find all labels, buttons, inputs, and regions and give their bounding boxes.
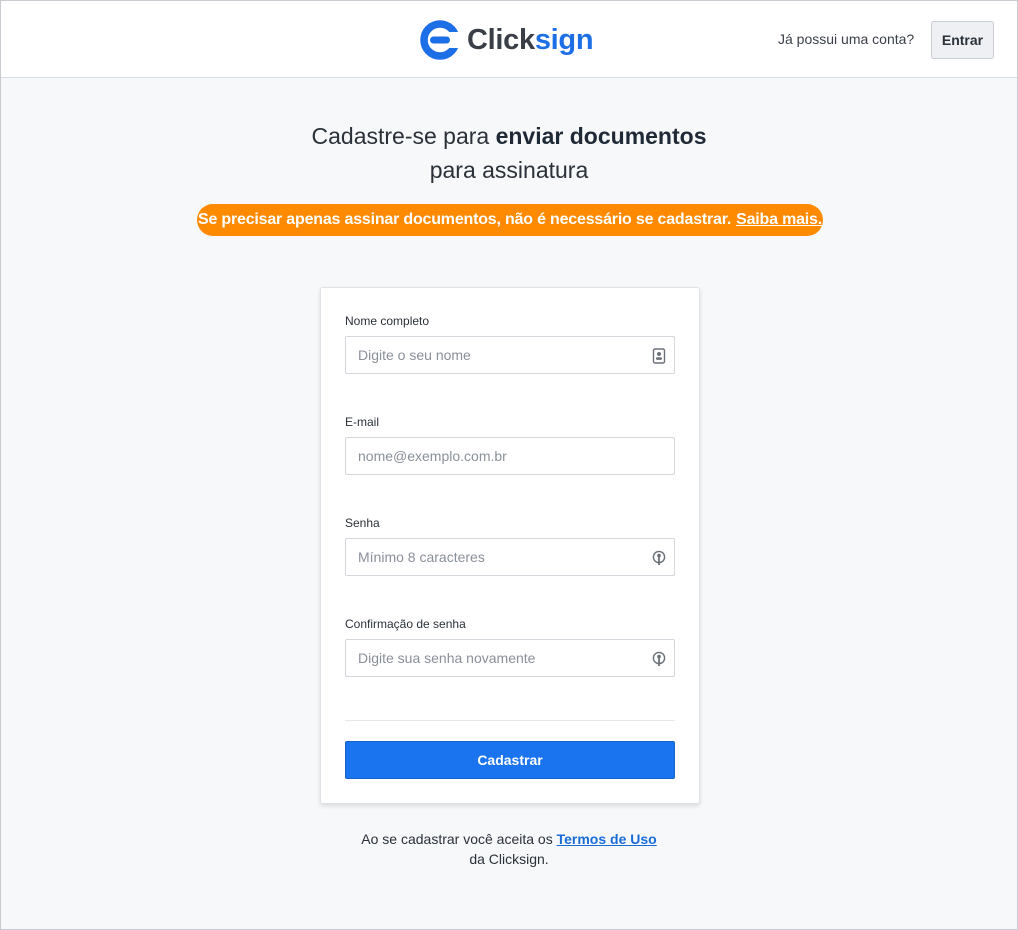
terms-of-use-link[interactable]: Termos de Uso bbox=[557, 831, 657, 847]
terms-prefix: Ao se cadastrar você aceita os bbox=[361, 831, 557, 847]
logo-wordmark: Clicksign bbox=[467, 19, 594, 61]
confirm-password-input[interactable] bbox=[346, 640, 674, 676]
key-icon[interactable] bbox=[652, 550, 666, 566]
contact-card-icon[interactable] bbox=[652, 348, 666, 364]
clicksign-logo[interactable]: Clicksign bbox=[419, 19, 594, 61]
top-header: Clicksign Já possui uma conta? Entrar bbox=[1, 1, 1017, 78]
confirm-password-field-wrap bbox=[345, 639, 675, 677]
terms-line-1: Ao se cadastrar você aceita os Termos de… bbox=[1, 829, 1017, 849]
title-line-2: para assinatura bbox=[429, 157, 589, 183]
name-label: Nome completo bbox=[345, 314, 430, 328]
title-prefix: Cadastre-se para bbox=[311, 123, 496, 149]
register-button[interactable]: Cadastrar bbox=[345, 741, 675, 779]
terms-suffix: da Clicksign. bbox=[469, 851, 549, 867]
terms-notice: Ao se cadastrar você aceita os Termos de… bbox=[1, 829, 1017, 869]
page: Clicksign Já possui uma conta? Entrar Ca… bbox=[0, 0, 1018, 930]
password-label: Senha bbox=[345, 516, 380, 530]
confirm-password-label: Confirmação de senha bbox=[345, 617, 466, 631]
form-divider bbox=[345, 720, 675, 721]
banner-text: Se precisar apenas assinar documentos, n… bbox=[197, 211, 732, 228]
learn-more-link[interactable]: Saiba mais. bbox=[736, 211, 822, 229]
email-field-wrap bbox=[345, 437, 675, 475]
has-account-text: Já possui uma conta? bbox=[778, 31, 915, 47]
email-input[interactable] bbox=[346, 438, 674, 474]
info-banner: Se precisar apenas assinar documentos, n… bbox=[197, 204, 823, 236]
login-button[interactable]: Entrar bbox=[931, 21, 994, 59]
title-line-1: Cadastre-se para enviar documentos bbox=[1, 119, 1017, 153]
clicksign-logo-icon bbox=[420, 20, 461, 60]
password-input[interactable] bbox=[346, 539, 674, 575]
logo-text-sign: sign bbox=[534, 24, 594, 56]
signup-form-card: Nome completo E-mail Senha Confirmação d… bbox=[320, 287, 700, 804]
name-input[interactable] bbox=[346, 337, 674, 373]
title-emphasis: enviar documentos bbox=[495, 123, 707, 149]
name-field-wrap bbox=[345, 336, 675, 374]
page-title: Cadastre-se para enviar documentos para … bbox=[1, 119, 1017, 187]
key-icon[interactable] bbox=[652, 651, 666, 667]
email-label: E-mail bbox=[345, 415, 380, 429]
logo-text-click: Click bbox=[467, 24, 535, 56]
password-field-wrap bbox=[345, 538, 675, 576]
